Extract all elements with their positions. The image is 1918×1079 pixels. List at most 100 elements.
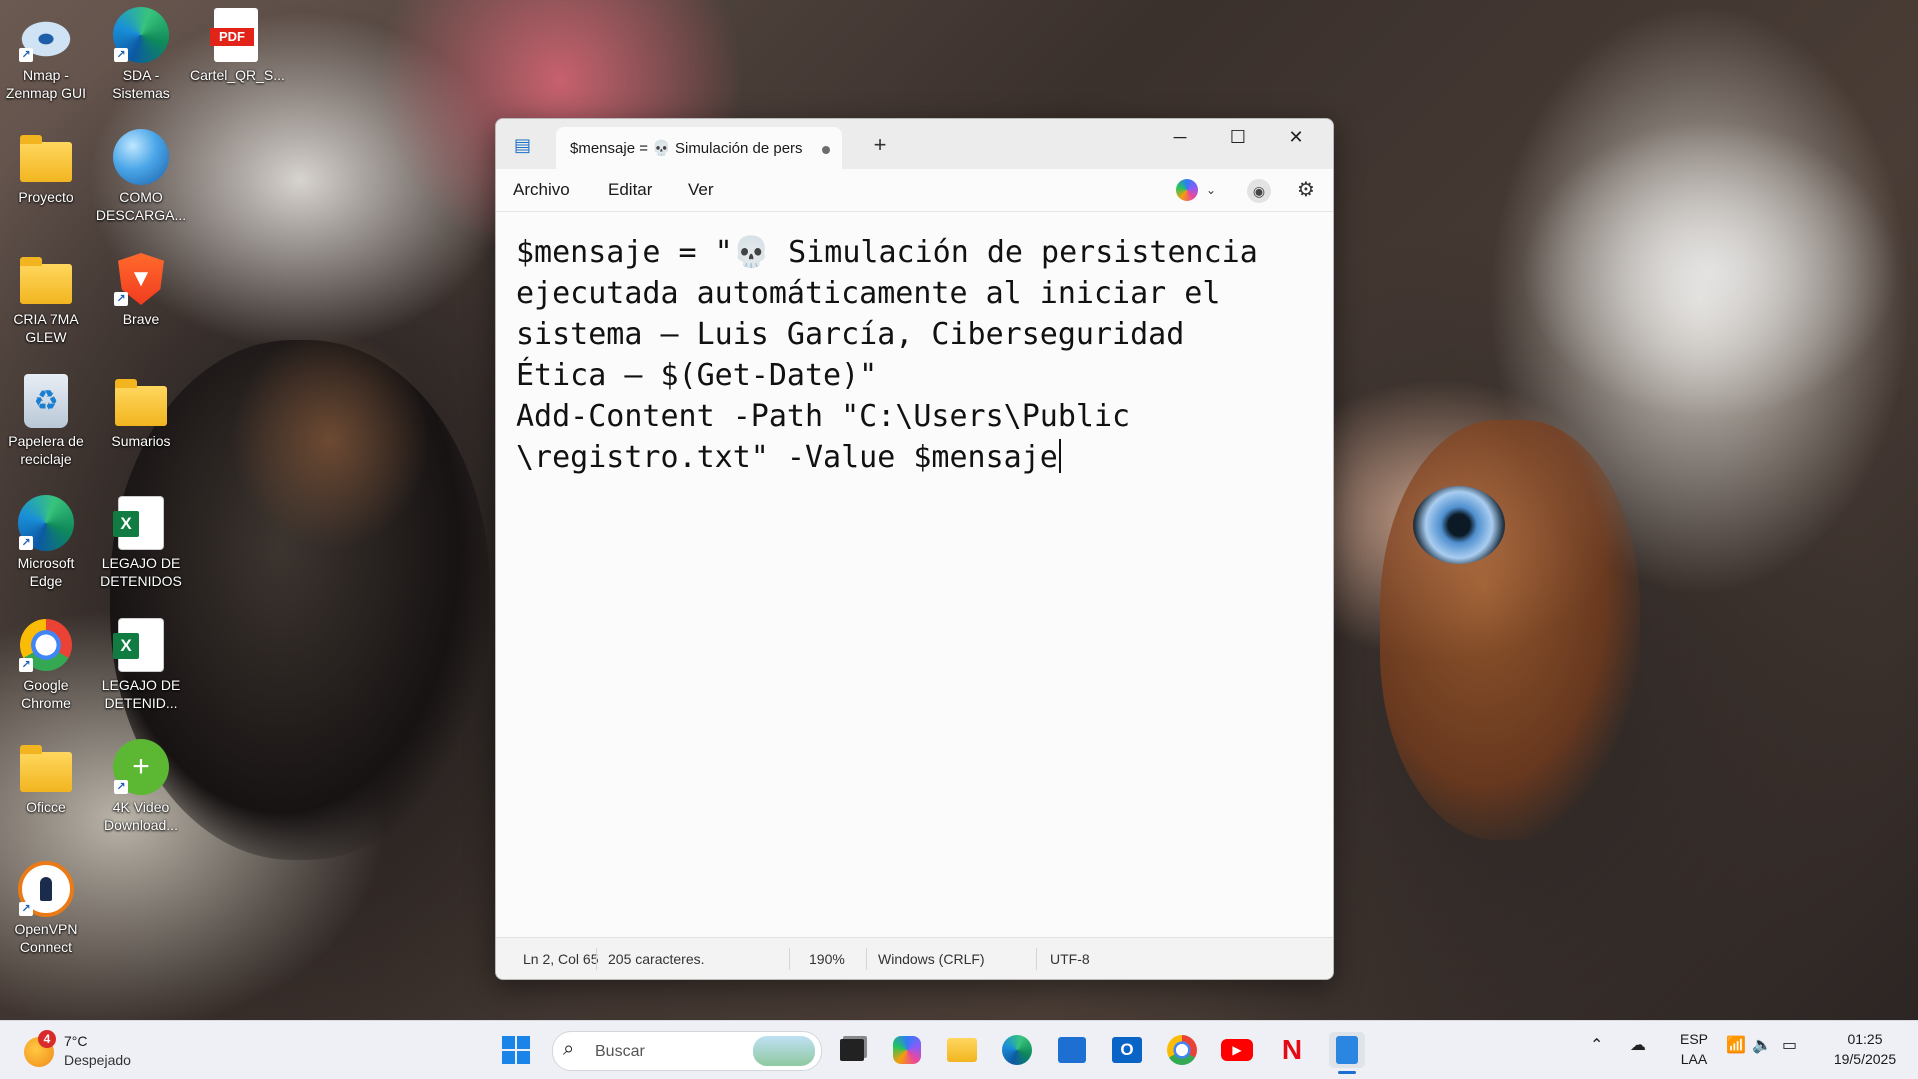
notepad-window: ▤ $mensaje = 💀 Simulación de pers + ─ ☐ … xyxy=(495,118,1334,980)
language-indicator[interactable]: ESP LAA xyxy=(1674,1029,1714,1069)
status-characters: 205 caracteres. xyxy=(608,951,705,967)
pdf-badge: PDF xyxy=(210,28,254,46)
weather-temperature: 7°C xyxy=(64,1033,88,1049)
desktop-icon-4k-video[interactable]: + ↗ 4K Video Download... xyxy=(95,738,187,834)
account-icon[interactable]: ◉ xyxy=(1247,179,1271,203)
folder-icon xyxy=(115,379,167,426)
taskbar-netflix[interactable]: N xyxy=(1274,1032,1310,1068)
desktop-icon-label: CRIA 7MA GLEW xyxy=(13,311,79,345)
tab-active-document[interactable]: $mensaje = 💀 Simulación de pers xyxy=(556,127,842,169)
volume-icon[interactable]: 🔈 xyxy=(1752,1035,1772,1055)
status-zoom[interactable]: 190% xyxy=(809,951,845,967)
search-highlight-image xyxy=(753,1036,815,1066)
taskbar-edge[interactable] xyxy=(999,1032,1035,1068)
status-divider xyxy=(1036,948,1037,970)
desktop-icon-nmap[interactable]: ↗ Nmap - Zenmap GUI xyxy=(0,6,92,102)
taskbar-outlook[interactable]: O xyxy=(1109,1032,1145,1068)
desktop-icon-label: Microsoft Edge xyxy=(17,555,75,589)
chrome-icon xyxy=(1167,1035,1197,1065)
wallpaper-light-area xyxy=(1520,120,1900,420)
minimize-button[interactable]: ─ xyxy=(1151,119,1209,157)
status-bar: Ln 2, Col 65 205 caracteres. 190% Window… xyxy=(496,937,1333,979)
maximize-button[interactable]: ☐ xyxy=(1209,119,1267,157)
gear-icon[interactable]: ⚙ xyxy=(1292,176,1320,204)
system-clock[interactable]: 01:25 19/5/2025 xyxy=(1820,1029,1910,1069)
desktop-icon-sda-sistemas[interactable]: ↗ SDA - Sistemas xyxy=(95,6,187,102)
taskbar-store[interactable] xyxy=(1054,1032,1090,1068)
menu-ver[interactable]: Ver xyxy=(688,180,714,200)
status-position: Ln 2, Col 65 xyxy=(523,951,599,967)
desktop-icon-oficce[interactable]: Oficce xyxy=(0,738,92,816)
task-view-button[interactable] xyxy=(834,1032,870,1068)
unsaved-dot-icon[interactable] xyxy=(822,146,830,154)
taskbar-youtube[interactable]: ▶ xyxy=(1219,1032,1255,1068)
desktop-icon-papelera[interactable]: ♻ Papelera de reciclaje xyxy=(0,372,92,468)
desktop-icon-cartel-qr[interactable]: PDF Cartel_QR_S... xyxy=(190,6,285,84)
desktop-icon-brave[interactable]: ▼ ↗ Brave xyxy=(95,250,187,328)
status-divider xyxy=(866,948,867,970)
desktop-icon-microsoft-edge[interactable]: ↗ Microsoft Edge xyxy=(0,494,92,590)
desktop-icon-label: Google Chrome xyxy=(21,677,71,711)
desktop-icon-label: Cartel_QR_S... xyxy=(190,67,285,83)
title-bar[interactable]: ▤ $mensaje = 💀 Simulación de pers + ─ ☐ … xyxy=(496,119,1333,169)
folder-icon xyxy=(20,257,72,304)
globe-icon xyxy=(113,129,169,185)
onedrive-offline-icon[interactable]: ☁ xyxy=(1630,1035,1646,1055)
desktop-icon-sumarios[interactable]: Sumarios xyxy=(95,372,187,450)
wifi-icon[interactable]: 📶 xyxy=(1726,1035,1746,1055)
excel-icon: X xyxy=(113,497,163,549)
chevron-down-icon[interactable]: ⌄ xyxy=(1206,179,1216,201)
pdf-icon: PDF xyxy=(210,8,258,62)
desktop-icon-label: LEGAJO DE DETENIDOS xyxy=(100,555,182,589)
desktop-icon-label: OpenVPN Connect xyxy=(14,921,78,955)
shortcut-arrow-icon: ↗ xyxy=(19,536,33,550)
desktop-icon-cria-7ma-glew[interactable]: CRIA 7MA GLEW xyxy=(0,250,92,346)
editor-line: $mensaje = "💀 Simulación de persistencia xyxy=(516,235,1258,270)
notepad-icon xyxy=(1336,1036,1358,1064)
folder-icon xyxy=(20,135,72,182)
desktop-icon-legajo-detenid[interactable]: X LEGAJO DE DETENID... xyxy=(95,616,187,712)
desktop-icon-label: Papelera de reciclaje xyxy=(8,433,84,467)
recycle-bin-icon: ♻ xyxy=(24,374,68,428)
editor-line-last: \registro.txt" -Value $mensaje xyxy=(516,437,1316,478)
wallpaper-dog-patch xyxy=(230,330,430,550)
status-encoding[interactable]: UTF-8 xyxy=(1050,951,1090,967)
copilot-icon[interactable] xyxy=(1176,179,1198,201)
menu-editar[interactable]: Editar xyxy=(608,180,652,200)
weather-description: Despejado xyxy=(64,1052,131,1068)
desktop-icon-label: 4K Video Download... xyxy=(104,799,178,833)
desktop-icon-legajo-detenidos[interactable]: X LEGAJO DE DETENIDOS xyxy=(95,494,187,590)
status-divider xyxy=(789,948,790,970)
shortcut-arrow-icon: ↗ xyxy=(19,902,33,916)
desktop-icon-google-chrome[interactable]: ↗ Google Chrome xyxy=(0,616,92,712)
status-divider xyxy=(596,948,597,970)
close-button[interactable]: ✕ xyxy=(1267,119,1325,157)
taskbar-chrome[interactable] xyxy=(1164,1032,1200,1068)
menu-bar: Archivo Editar Ver ⌄ ◉ ⚙ xyxy=(496,169,1333,211)
battery-icon[interactable]: ▭ xyxy=(1782,1035,1797,1055)
outlook-icon: O xyxy=(1112,1037,1142,1063)
wallpaper-dog-eye xyxy=(1413,486,1505,564)
clock-date: 19/5/2025 xyxy=(1833,1051,1897,1067)
status-line-ending[interactable]: Windows (CRLF) xyxy=(878,951,985,967)
shortcut-arrow-icon: ↗ xyxy=(114,48,128,62)
folder-icon xyxy=(20,745,72,792)
menu-archivo[interactable]: Archivo xyxy=(513,180,570,200)
editor-line: Add-Content -Path "C:\Users\Public xyxy=(516,399,1131,434)
wallpaper-dog-face xyxy=(1380,420,1640,840)
desktop-icon-proyecto[interactable]: Proyecto xyxy=(0,128,92,206)
start-button[interactable] xyxy=(498,1032,534,1068)
taskbar-file-explorer[interactable] xyxy=(944,1032,980,1068)
search-placeholder: Buscar xyxy=(595,1043,645,1060)
text-editor[interactable]: $mensaje = "💀 Simulación de persistencia… xyxy=(496,211,1333,936)
editor-line: Ética — $(Get-Date)" xyxy=(516,358,878,393)
desktop-icon-openvpn[interactable]: ↗ OpenVPN Connect xyxy=(0,860,92,956)
desktop-icon-label: LEGAJO DE DETENID... xyxy=(101,677,181,711)
tray-overflow-chevron-icon[interactable]: ⌃ xyxy=(1590,1035,1603,1055)
new-tab-button[interactable]: + xyxy=(864,129,896,161)
desktop-icon-label: Sumarios xyxy=(111,433,171,449)
taskbar-search[interactable]: ⌕ Buscar xyxy=(552,1031,822,1071)
taskbar-copilot[interactable] xyxy=(889,1032,925,1068)
taskbar-notepad[interactable] xyxy=(1329,1032,1365,1068)
desktop-icon-como-descarga[interactable]: COMO DESCARGA... xyxy=(95,128,187,224)
